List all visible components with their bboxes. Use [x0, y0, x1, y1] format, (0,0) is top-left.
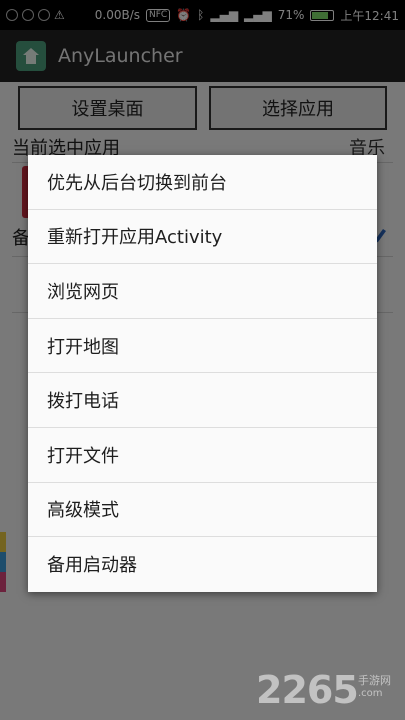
menu-item-open-file[interactable]: 打开文件	[28, 428, 377, 483]
menu-item-reopen-activity[interactable]: 重新打开应用Activity	[28, 210, 377, 265]
launch-mode-menu: 优先从后台切换到前台 重新打开应用Activity 浏览网页 打开地图 拨打电话…	[28, 155, 377, 592]
menu-item-dial-phone[interactable]: 拨打电话	[28, 373, 377, 428]
menu-item-browse-web[interactable]: 浏览网页	[28, 264, 377, 319]
watermark-subtitle: 手游网	[358, 674, 391, 687]
menu-item-advanced-mode[interactable]: 高级模式	[28, 483, 377, 538]
watermark-logo: 2265	[256, 668, 359, 712]
watermark-url: .com	[358, 688, 383, 699]
menu-item-open-map[interactable]: 打开地图	[28, 319, 377, 374]
menu-item-backup-launcher[interactable]: 备用启动器	[28, 537, 377, 592]
menu-item-foreground[interactable]: 优先从后台切换到前台	[28, 155, 377, 210]
